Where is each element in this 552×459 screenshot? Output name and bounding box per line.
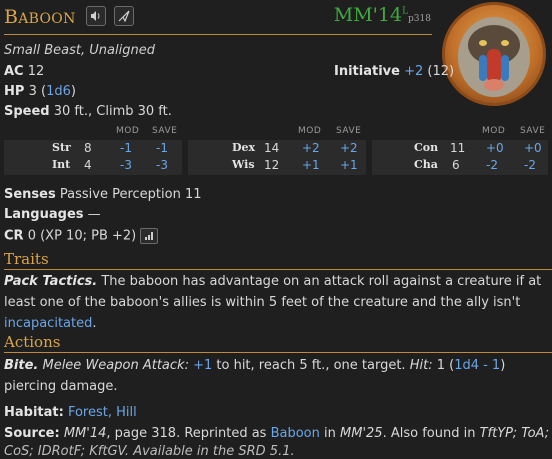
creature-type: Small Beast, Unaligned [4,43,155,58]
cr-scaler-button[interactable] [140,228,159,244]
ability-row-str: Str 8 -1 -1 [52,141,168,155]
header-divider [4,34,432,35]
speaker-icon [91,11,100,21]
save-header: SAVE [520,126,546,136]
languages: Languages — [4,207,101,222]
cha-mod-roll[interactable]: -2 [486,158,498,172]
actions-heading: Actions [4,333,61,351]
dex-save-roll[interactable]: +2 [340,141,358,155]
con-mod-roll[interactable]: +0 [486,141,504,155]
traits-heading: Traits [4,250,49,268]
creature-name: BABOON [4,6,76,28]
challenge-rating: CR 0 (XP 10; PB +2) [4,228,159,244]
source-line-continued: CoS; IDRotF; KftGV. Available in the SRD… [4,444,295,459]
str-save-roll[interactable]: -1 [156,141,168,155]
send-button[interactable] [114,6,134,26]
str-mod-roll[interactable]: -1 [120,141,132,155]
senses: Senses Passive Perception 11 [4,187,202,202]
cha-save-roll[interactable]: -2 [524,158,536,172]
reprint-link[interactable]: Baboon [271,426,320,441]
ability-row-dex: Dex 14 +2 +2 [232,141,358,155]
ability-row-int: Int 4 -3 -3 [52,158,168,172]
int-save-roll[interactable]: -3 [156,158,168,172]
action-bite: Bite. Melee Weapon Attack: +1 to hit, re… [4,358,506,394]
bite-damage-roll[interactable]: 1d4 - 1 [454,358,500,373]
traits-divider [4,269,552,270]
ability-row-wis: Wis 12 +1 +1 [232,158,358,172]
hp-dice-roll[interactable]: 1d6 [46,84,71,99]
creature-portrait[interactable] [442,2,546,106]
send-icon [118,10,130,23]
mod-header: MOD [116,126,140,136]
habitat-link[interactable]: Forest, Hill [68,405,137,420]
save-header: SAVE [152,126,178,136]
ability-row-con: Con 11 +0 +0 [414,141,542,155]
armor-class: AC 12 [4,64,45,79]
speaker-button[interactable] [86,6,106,26]
dex-mod-roll[interactable]: +2 [302,141,320,155]
trait-pack-tactics: Pack Tactics. The baboon has advantage o… [4,274,542,331]
habitat: Habitat: Forest, Hill [4,405,137,420]
initiative: Initiative +2 (12) [334,64,455,79]
speed: Speed 30 ft., Climb 30 ft. [4,104,172,119]
bite-to-hit-roll[interactable]: +1 [193,358,212,373]
wis-save-roll[interactable]: +1 [340,158,358,172]
wis-mod-roll[interactable]: +1 [302,158,320,172]
incapacitated-link[interactable]: incapacitated [4,316,92,331]
bar-chart-icon [145,232,154,240]
initiative-roll[interactable]: +2 [404,64,423,79]
ability-row-cha: Cha 6 -2 -2 [414,158,536,172]
actions-divider [4,352,552,353]
source-line: Source: MM'14, page 318. Reprinted as Ba… [4,426,552,441]
hit-points: HP 3 (1d6) [4,84,76,99]
mod-header: MOD [298,126,322,136]
mod-header: MOD [482,126,506,136]
save-header: SAVE [336,126,362,136]
con-save-roll[interactable]: +0 [524,141,542,155]
baboon-portrait-image [458,17,530,97]
source-link[interactable]: MM'14Lp318 [334,4,431,26]
int-mod-roll[interactable]: -3 [120,158,132,172]
